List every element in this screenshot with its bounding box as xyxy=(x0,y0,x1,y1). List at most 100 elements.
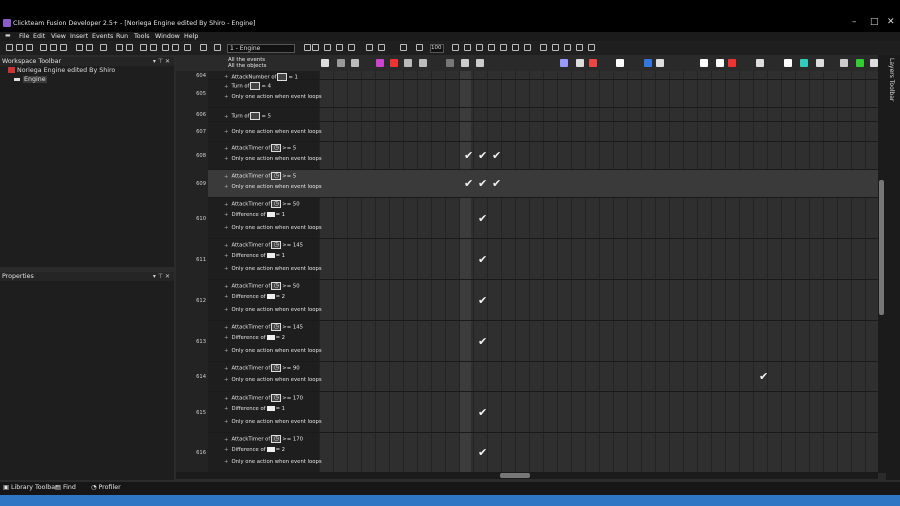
toolbar-button-23[interactable] xyxy=(348,44,355,51)
toolbar-button-12[interactable] xyxy=(140,44,147,51)
toolbar-button-19[interactable] xyxy=(304,44,311,51)
checkmark-icon[interactable]: ✔ xyxy=(464,178,473,189)
object-column-icon-10[interactable] xyxy=(476,59,484,67)
object-column-icon-14[interactable] xyxy=(616,59,624,67)
toolbar-button-29[interactable] xyxy=(464,44,471,51)
tab-library-toolbar[interactable]: ▣ Library Toolbar xyxy=(3,484,58,491)
toolbar-button-4[interactable] xyxy=(40,44,47,51)
toolbar-button-26[interactable] xyxy=(400,44,407,51)
checkmark-icon[interactable]: ✔ xyxy=(478,254,487,265)
event-condition[interactable]: + AttackTimer of ◷ >= 170 xyxy=(224,435,303,443)
event-condition[interactable]: + Only one action when event loops xyxy=(224,459,322,465)
object-column-icon-18[interactable] xyxy=(716,59,724,67)
event-row[interactable] xyxy=(208,71,886,80)
object-column-icon-7[interactable] xyxy=(419,59,427,67)
event-condition[interactable]: + AttackTimer of ◷ >= 50 xyxy=(224,200,300,208)
maximize-icon[interactable]: □ xyxy=(870,17,879,27)
object-column-icon-15[interactable] xyxy=(644,59,652,67)
event-row[interactable] xyxy=(208,321,886,362)
checkmark-icon[interactable]: ✔ xyxy=(492,150,501,161)
menu-insert[interactable]: Insert xyxy=(70,33,88,40)
menu-view[interactable]: View xyxy=(51,33,66,40)
horizontal-scroll-thumb[interactable] xyxy=(500,473,530,478)
checkmark-icon[interactable]: ✔ xyxy=(478,336,487,347)
checkmark-icon[interactable]: ✔ xyxy=(478,295,487,306)
toolbar-button-6[interactable] xyxy=(60,44,67,51)
event-condition[interactable]: + AttackTimer of ◷ >= 5 xyxy=(224,144,296,152)
menu-tools[interactable]: Tools xyxy=(134,33,150,40)
object-column-icon-11[interactable] xyxy=(560,59,568,67)
object-column-icon-24[interactable] xyxy=(840,59,848,67)
horizontal-scrollbar[interactable] xyxy=(176,472,878,479)
toolbar-button-8[interactable] xyxy=(86,44,93,51)
toolbar-button-3[interactable] xyxy=(26,44,33,51)
object-column-icon-25[interactable] xyxy=(856,59,864,67)
toolbar-button-2[interactable] xyxy=(16,44,23,51)
layers-toolbar[interactable]: Layers Toolbar xyxy=(886,55,900,480)
object-column-icon-9[interactable] xyxy=(461,59,469,67)
toolbar-button-37[interactable] xyxy=(564,44,571,51)
toolbar-button-21[interactable] xyxy=(324,44,331,51)
system-menu-icon[interactable]: ▬ xyxy=(5,33,12,39)
object-column-icon-13[interactable] xyxy=(589,59,597,67)
menu-help[interactable]: Help xyxy=(184,33,198,40)
toolbar-button-27[interactable] xyxy=(416,44,423,51)
event-condition[interactable]: + AttackTimer of ◷ >= 145 xyxy=(224,323,303,331)
object-column-icon-19[interactable] xyxy=(728,59,736,67)
object-column-icon-3[interactable] xyxy=(351,59,359,67)
toolbar-button-7[interactable] xyxy=(76,44,83,51)
event-condition[interactable]: + AttackTimer of ◷ >= 50 xyxy=(224,282,300,290)
vertical-scrollbar[interactable] xyxy=(878,55,886,473)
toolbar-button-38[interactable] xyxy=(576,44,583,51)
panel-controls-icon[interactable]: ▾ ⊤ ✕ xyxy=(153,57,170,66)
event-condition[interactable]: + Difference of = 1 xyxy=(224,212,285,218)
event-condition[interactable]: + Only one action when event loops xyxy=(224,377,322,383)
event-condition[interactable]: + Difference of = 1 xyxy=(224,406,285,412)
event-condition[interactable]: + Only one action when event loops xyxy=(224,307,322,313)
event-condition[interactable]: + Only one action when event loops xyxy=(224,419,322,425)
event-condition[interactable]: + Only one action when event loops xyxy=(224,156,322,162)
event-condition[interactable]: + Difference of = 2 xyxy=(224,294,285,300)
event-row[interactable] xyxy=(208,280,886,321)
toolbar-button-34[interactable] xyxy=(524,44,531,51)
tree-item-application[interactable]: Noriega Engine edited By Shiro xyxy=(0,66,174,75)
toolbar-button-39[interactable] xyxy=(588,44,595,51)
checkmark-icon[interactable]: ✔ xyxy=(759,371,768,382)
event-condition[interactable]: + AttackTimer of ◷ >= 145 xyxy=(224,241,303,249)
object-column-icon-12[interactable] xyxy=(576,59,584,67)
toolbar-button-30[interactable] xyxy=(476,44,483,51)
event-condition[interactable]: + Turn of = 5 xyxy=(224,112,271,120)
event-condition[interactable]: + Turn of = 4 xyxy=(224,82,271,90)
object-column-icon-6[interactable] xyxy=(404,59,412,67)
event-condition[interactable]: + Difference of = 1 xyxy=(224,253,285,259)
tree-item-frame[interactable]: Engine xyxy=(0,75,174,84)
event-row[interactable] xyxy=(208,239,886,280)
toolbar-button-15[interactable] xyxy=(172,44,179,51)
object-column-icon-2[interactable] xyxy=(337,59,345,67)
event-condition[interactable]: + AttackTimer of ◷ >= 5 xyxy=(224,172,296,180)
frame-select[interactable]: 1 - Engine xyxy=(227,44,295,53)
checkmark-icon[interactable]: ✔ xyxy=(478,447,487,458)
object-column-icon-22[interactable] xyxy=(800,59,808,67)
panel-controls-icon[interactable]: ▾ ⊤ ✕ xyxy=(153,272,170,281)
object-column-icon-26[interactable] xyxy=(870,59,878,67)
object-column-icon-8[interactable] xyxy=(446,59,454,67)
event-condition[interactable]: + Only one action when event loops xyxy=(224,266,322,272)
menu-edit[interactable]: Edit xyxy=(33,33,45,40)
tab-find[interactable]: ▤ Find xyxy=(55,484,76,491)
tab-profiler[interactable]: ◔ Profiler xyxy=(91,484,121,491)
toolbar-button-35[interactable] xyxy=(540,44,547,51)
toolbar-button-11[interactable] xyxy=(126,44,133,51)
toolbar-button-1[interactable] xyxy=(6,44,13,51)
event-condition[interactable]: + Only one action when event loops xyxy=(224,94,322,100)
checkmark-icon[interactable]: ✔ xyxy=(478,407,487,418)
checkmark-icon[interactable]: ✔ xyxy=(478,150,487,161)
event-row[interactable] xyxy=(208,392,886,433)
menu-events[interactable]: Events xyxy=(92,33,113,40)
event-row[interactable] xyxy=(208,198,886,239)
toolbar-button-24[interactable] xyxy=(366,44,373,51)
menu-window[interactable]: Window xyxy=(155,33,180,40)
toolbar-button-22[interactable] xyxy=(336,44,343,51)
object-column-icon-5[interactable] xyxy=(390,59,398,67)
event-condition[interactable]: + Only one action when event loops xyxy=(224,225,322,231)
